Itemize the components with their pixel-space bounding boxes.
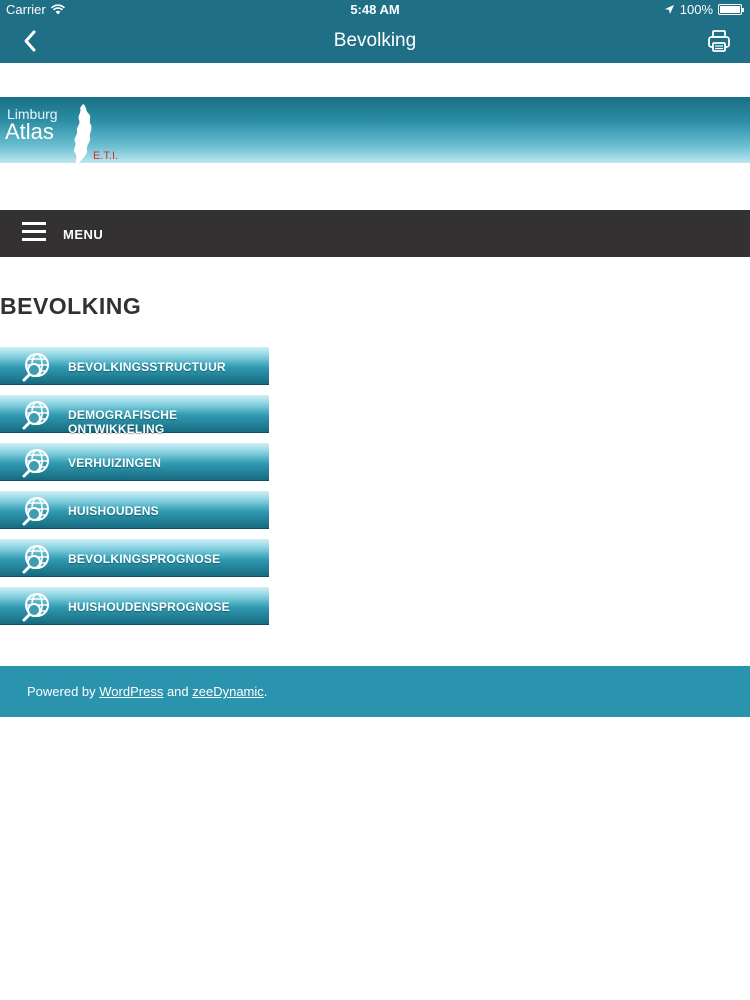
- menu-bar[interactable]: MENU: [0, 210, 750, 257]
- category-button-list: BEVOLKINGSSTRUCTUUR DEMOGRAFISCHE ONTWIK…: [0, 347, 269, 635]
- logo-text-eti: E.T.I.: [93, 150, 119, 162]
- globe-search-icon: [22, 545, 49, 574]
- nav-title: Bevolking: [333, 30, 417, 51]
- wordpress-link[interactable]: WordPress: [99, 684, 163, 699]
- footer-suffix: .: [263, 684, 268, 699]
- globe-search-icon: [22, 401, 49, 430]
- limburg-atlas-logo[interactable]: Limburg Atlas E.T.I.: [5, 102, 125, 165]
- footer-middle: and: [163, 684, 193, 699]
- category-button-label: VERHUIZINGEN: [68, 456, 162, 470]
- printer-icon[interactable]: [706, 28, 732, 54]
- logo-text-atlas: Atlas: [5, 119, 54, 144]
- location-arrow-icon: [664, 5, 674, 14]
- category-button-demografische-ontwikkeling[interactable]: DEMOGRAFISCHE ONTWIKKELING: [0, 395, 269, 436]
- status-right: 100%: [664, 2, 744, 17]
- menu-label[interactable]: MENU: [63, 227, 103, 242]
- hamburger-icon[interactable]: [22, 222, 46, 242]
- category-button-huishoudens[interactable]: HUISHOUDENS: [0, 491, 269, 529]
- globe-search-icon: [22, 353, 49, 382]
- category-button-bevolkingsstructuur[interactable]: BEVOLKINGSSTRUCTUUR: [0, 347, 269, 385]
- category-button-label: BEVOLKINGSSTRUCTUUR: [68, 360, 226, 374]
- page-title: BEVOLKING: [0, 293, 142, 319]
- zeedynamic-link[interactable]: zeeDynamic: [192, 684, 264, 699]
- site-banner: Limburg Atlas E.T.I.: [0, 97, 750, 165]
- status-bar: Carrier 5:48 AM 100%: [0, 0, 750, 20]
- category-button-label: BEVOLKINGSPROGNOSE: [68, 552, 221, 566]
- category-button-label: DEMOGRAFISCHE ONTWIKKELING: [68, 408, 178, 436]
- footer-credits: Powered by WordPress and zeeDynamic.: [27, 684, 267, 699]
- globe-search-icon: [22, 449, 49, 478]
- globe-search-icon: [22, 497, 49, 526]
- category-button-verhuizingen[interactable]: VERHUIZINGEN: [0, 443, 269, 481]
- site-footer: Powered by WordPress and zeeDynamic.: [0, 666, 750, 717]
- category-button-bevolkingsprognose[interactable]: BEVOLKINGSPROGNOSE: [0, 539, 269, 577]
- category-button-label: HUISHOUDENSPROGNOSE: [68, 600, 230, 614]
- category-button-huishoudensprognose[interactable]: HUISHOUDENSPROGNOSE: [0, 587, 269, 625]
- category-button-label: HUISHOUDENS: [68, 504, 159, 518]
- footer-prefix: Powered by: [27, 684, 100, 699]
- battery-percentage: 100%: [679, 2, 713, 17]
- battery-icon: [718, 4, 744, 15]
- navigation-bar: Bevolking: [0, 20, 750, 63]
- battery-fill: [720, 6, 740, 13]
- globe-search-icon: [22, 593, 49, 622]
- status-time: 5:48 AM: [350, 2, 400, 17]
